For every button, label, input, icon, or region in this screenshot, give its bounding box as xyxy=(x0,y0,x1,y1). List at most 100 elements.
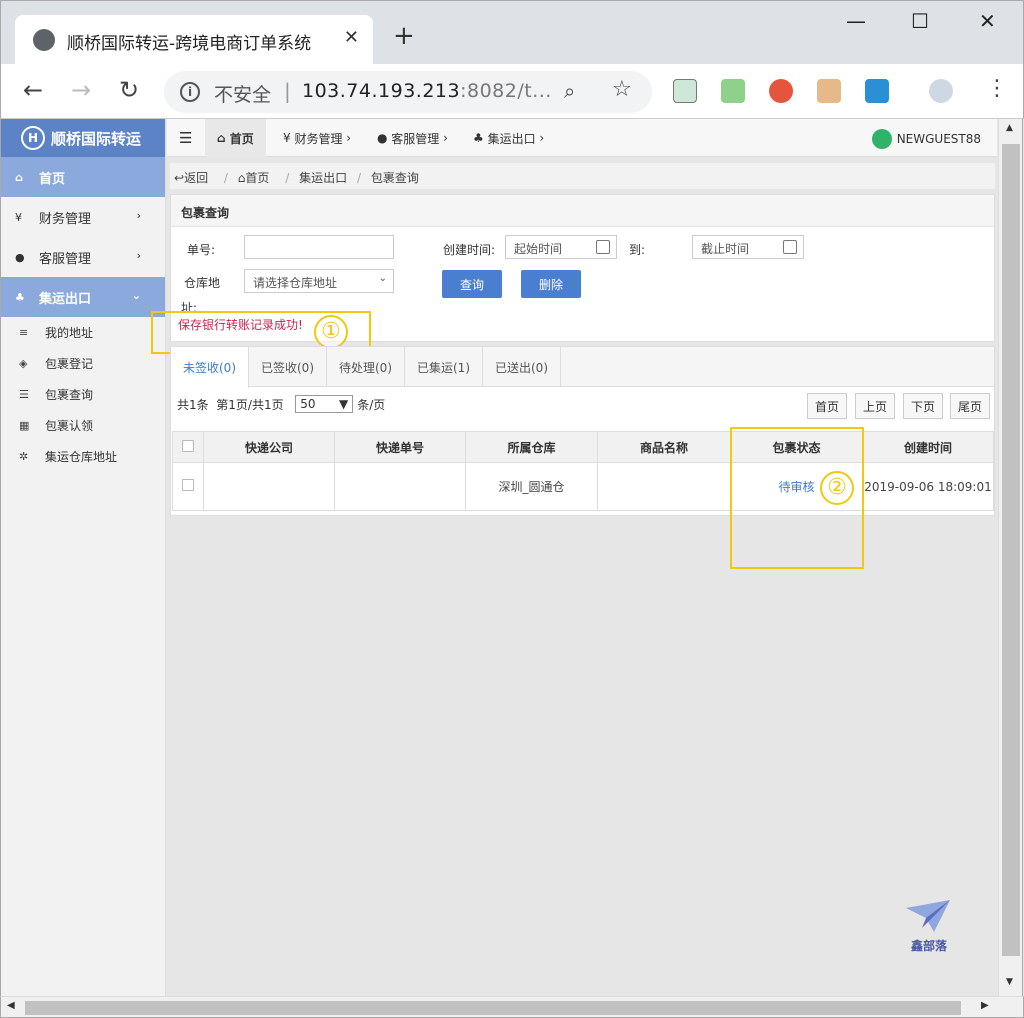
user-menu[interactable]: NEWGUEST88 xyxy=(871,129,981,149)
address-bar[interactable]: i 不安全 | 103.74.193.213:8082/t... ⌕ ☆ xyxy=(164,71,652,113)
list-alt-icon: ☰ xyxy=(19,388,29,401)
home-icon: ⌂ xyxy=(15,170,23,184)
extension-icon[interactable] xyxy=(865,79,889,103)
forward-arrow-icon[interactable]: → xyxy=(71,78,91,102)
maximize-button[interactable]: ☐ xyxy=(911,9,929,33)
yen-icon: ¥ xyxy=(15,210,22,224)
horizontal-scrollbar[interactable]: ◀ ▶ xyxy=(0,996,1024,1018)
chevron-right-icon: › xyxy=(136,249,141,262)
chevron-down-icon: ⌄ xyxy=(378,273,387,284)
sidebar-item-finance[interactable]: ¥ 财务管理 › xyxy=(1,197,165,237)
extension-icon[interactable] xyxy=(817,79,841,103)
topnav-finance[interactable]: ¥ 财务管理 › xyxy=(271,119,363,157)
logo[interactable]: H 顺桥国际转运 xyxy=(1,119,165,157)
separator: | xyxy=(284,79,291,103)
breadcrumb-home[interactable]: ⌂首页 xyxy=(238,171,276,185)
row-checkbox[interactable] xyxy=(172,462,204,511)
url-text[interactable]: 103.74.193.213:8082/t... xyxy=(302,80,552,102)
breadcrumb-current: 包裹查询 xyxy=(370,171,419,185)
tab-signed[interactable]: 已签收(0) xyxy=(249,347,327,387)
breadcrumb-export[interactable]: 集运出口 xyxy=(299,171,347,185)
hamburger-icon[interactable]: ☰ xyxy=(179,129,192,147)
first-page-button[interactable]: 首页 xyxy=(807,393,847,419)
scroll-left-icon[interactable]: ◀ xyxy=(7,1000,15,1011)
prev-page-button[interactable]: 上页 xyxy=(855,393,895,419)
avatar xyxy=(871,129,892,149)
home-icon: ⌂ xyxy=(217,131,230,145)
scrollbar-thumb[interactable] xyxy=(1002,144,1020,956)
column-header: 快递公司 xyxy=(203,431,335,463)
pager-info: 共1条 第1页/共1页 50 ▼ 条/页 xyxy=(177,395,386,413)
table-row[interactable]: 深圳_圆通仓 待审核 2019-09-06 18:09:01 xyxy=(172,462,994,511)
more-menu-icon[interactable]: ⋮ xyxy=(986,78,1008,100)
last-page-button[interactable]: 尾页 xyxy=(950,393,990,419)
sidebar-sub-my-address[interactable]: ≡ 我的地址 xyxy=(1,317,165,348)
calendar-icon[interactable] xyxy=(596,240,610,254)
browser-tabbar: 顺桥国际转运-跨境电商订单系统 ✕ + — ☐ ✕ xyxy=(0,0,1024,65)
sidebar-item-export[interactable]: ♣ 集运出口 ⌄ xyxy=(1,277,165,317)
new-tab-button[interactable]: + xyxy=(393,23,415,49)
sidebar-item-service[interactable]: ● 客服管理 › xyxy=(1,237,165,277)
table-header-row: 快递公司 快递单号 所属仓库 商品名称 包裹状态 创建时间 xyxy=(172,431,994,463)
topnav-export[interactable]: ♣ 集运出口 › xyxy=(461,119,556,157)
delete-button[interactable]: 删除 xyxy=(521,270,581,298)
minimize-button[interactable]: — xyxy=(846,9,866,33)
back-arrow-icon[interactable]: ← xyxy=(23,78,43,102)
sidebar: H 顺桥国际转运 ⌂ 首页 ¥ 财务管理 › ● 客服管理 › ♣ 集运出口 ⌄ ≡ 我的地址 ◈… xyxy=(0,119,166,996)
created-label: 创建时间: xyxy=(443,243,496,257)
scroll-down-icon[interactable]: ▼ xyxy=(1006,977,1013,987)
query-button[interactable]: 查询 xyxy=(442,270,502,298)
sidebar-sub-package-register[interactable]: ◈ 包裹登记 xyxy=(1,348,165,379)
results-table: 快递公司 快递单号 所属仓库 商品名称 包裹状态 创建时间 深圳_圆通仓 待审核… xyxy=(172,431,994,511)
list-icon: ≡ xyxy=(19,326,29,339)
extension-icon[interactable] xyxy=(721,79,745,103)
zoom-icon[interactable]: ⌕ xyxy=(564,79,575,103)
breadcrumb: ↩返回 / ⌂首页 / 集运出口 / 包裹查询 xyxy=(170,163,995,189)
sidebar-item-home[interactable]: ⌂ 首页 xyxy=(1,157,165,197)
profile-avatar[interactable] xyxy=(929,79,953,103)
sidebar-sub-package-query[interactable]: ☰ 包裹查询 xyxy=(1,379,165,410)
close-window-button[interactable]: ✕ xyxy=(979,9,996,33)
gear-icon: ✲ xyxy=(19,450,29,463)
browser-toolbar: ← → ↻ i 不安全 | 103.74.193.213:8082/t... ⌕… xyxy=(0,64,1024,119)
yen-icon: ¥ xyxy=(283,131,295,145)
extension-icon[interactable] xyxy=(769,79,793,103)
results-panel: 未签收(0) 已签收(0) 待处理(0) 已集运(1) 已送出(0) 共1条 第… xyxy=(170,346,995,516)
column-header: 商品名称 xyxy=(597,431,731,463)
sidebar-sub-package-claim[interactable]: ▦ 包裹认领 xyxy=(1,410,165,441)
info-icon[interactable]: i xyxy=(180,82,200,102)
vertical-scrollbar[interactable]: ▲ ▼ xyxy=(998,119,1023,996)
star-icon[interactable]: ☆ xyxy=(612,77,632,102)
globe-icon xyxy=(33,29,55,51)
column-header: 创建时间 xyxy=(862,431,994,463)
topnav-service[interactable]: ● 客服管理 › xyxy=(365,119,460,157)
status-tabs: 未签收(0) 已签收(0) 待处理(0) 已集运(1) 已送出(0) xyxy=(171,347,994,388)
dropdown-arrow-icon: ▼ xyxy=(339,397,349,411)
tab-consolidated[interactable]: 已集运(1) xyxy=(405,347,483,387)
next-page-button[interactable]: 下页 xyxy=(903,393,943,419)
tab-unsigned[interactable]: 未签收(0) xyxy=(171,347,249,388)
scrollbar-thumb[interactable] xyxy=(25,1001,961,1015)
scroll-up-icon[interactable]: ▲ xyxy=(1006,123,1013,133)
reload-icon[interactable]: ↻ xyxy=(119,78,139,102)
sidebar-sub-warehouse-address[interactable]: ✲ 集运仓库地址 xyxy=(1,441,165,472)
topnav-home[interactable]: ⌂ 首页 xyxy=(205,119,266,157)
order-input[interactable] xyxy=(244,235,394,259)
browser-tab[interactable]: 顺桥国际转运-跨境电商订单系统 ✕ xyxy=(15,15,373,65)
calendar-icon[interactable] xyxy=(783,240,797,254)
tab-close-icon[interactable]: ✕ xyxy=(344,27,359,48)
select-all-checkbox[interactable] xyxy=(172,431,204,463)
page-size-select[interactable]: 50 ▼ xyxy=(295,395,354,413)
scroll-right-icon[interactable]: ▶ xyxy=(981,1000,989,1011)
tab-shipped[interactable]: 已送出(0) xyxy=(483,347,561,387)
logo-mark-icon: H xyxy=(21,126,45,150)
tab-pending[interactable]: 待处理(0) xyxy=(327,347,405,387)
chevron-right-icon: › xyxy=(136,209,141,222)
warehouse-select[interactable]: 请选择仓库地址 ⌄ xyxy=(244,269,394,293)
chevron-down-icon: ⌄ xyxy=(131,289,141,302)
cell-courier xyxy=(203,462,335,511)
end-date-input[interactable]: 截止时间 xyxy=(692,235,804,259)
breadcrumb-back[interactable]: ↩返回 xyxy=(174,171,214,185)
extension-icon[interactable] xyxy=(673,79,697,103)
start-date-input[interactable]: 起始时间 xyxy=(505,235,617,259)
